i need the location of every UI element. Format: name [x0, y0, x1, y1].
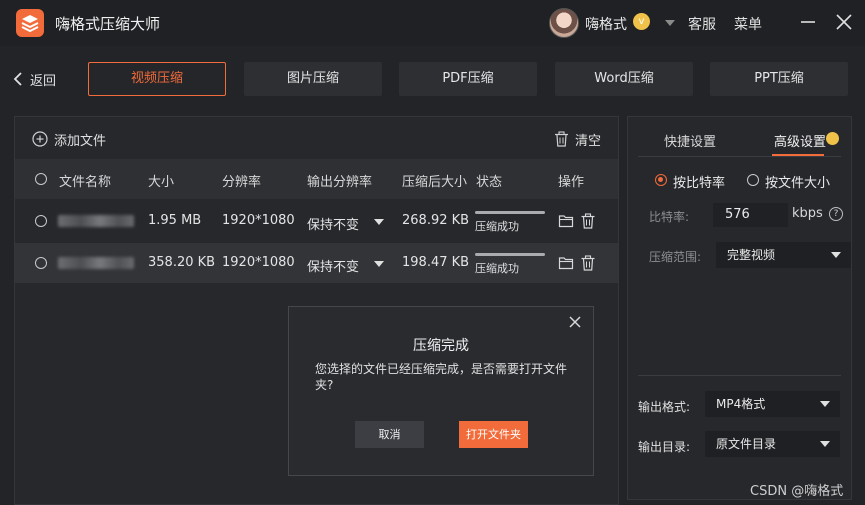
close-icon[interactable] [832, 10, 856, 34]
watermark: CSDN @嗨格式 [750, 484, 844, 499]
file-size: 1.95 MB [148, 213, 202, 228]
chevron-down-icon [831, 252, 841, 258]
range-value: 完整视频 [727, 248, 776, 262]
app-title: 嗨格式压缩大师 [55, 15, 161, 33]
filesize-mode-label[interactable]: 按文件大小 [765, 172, 830, 191]
divider [638, 156, 841, 157]
tab-word-compress[interactable]: Word压缩 [555, 62, 693, 96]
file-name-blurred [58, 257, 134, 269]
status-text: 压缩成功 [475, 262, 519, 275]
table-row[interactable]: 1.95 MB 1920*1080 保持不变 268.92 KB 压缩成功 [15, 201, 618, 241]
status-text: 压缩成功 [475, 220, 519, 233]
add-file-label: 添加文件 [54, 133, 107, 149]
stack-layers-icon [16, 9, 44, 37]
folder-icon[interactable] [558, 213, 574, 229]
customer-service-button[interactable]: 客服 [688, 14, 716, 34]
bitrate-unit: kbps [792, 206, 823, 221]
compressed-size: 268.92 KB [402, 213, 470, 228]
column-header: 输出分辨率 [307, 175, 373, 190]
compress-complete-dialog: 压缩完成 您选择的文件已经压缩完成，是否需要打开文件夹? 取消 打开文件夹 [288, 306, 594, 476]
chevron-down-icon [820, 401, 830, 407]
table-header: 文件名称 大小 分辨率 输出分辨率 压缩后大小 状态 操作 [15, 159, 618, 199]
row-select-radio[interactable] [35, 257, 47, 269]
chevron-down-icon[interactable] [374, 261, 384, 267]
chevron-left-icon [13, 72, 22, 86]
dialog-title: 压缩完成 [413, 338, 469, 354]
cancel-button[interactable]: 取消 [355, 421, 424, 448]
help-icon[interactable]: ? [829, 207, 843, 221]
tab-ppt-compress[interactable]: PPT压缩 [710, 62, 848, 96]
tab-image-compress[interactable]: 图片压缩 [244, 62, 382, 96]
select-all-radio[interactable] [35, 173, 47, 185]
compressed-size: 198.47 KB [402, 255, 470, 270]
add-file-button[interactable]: 添加文件 [32, 129, 106, 149]
row-select-radio[interactable] [35, 215, 47, 227]
output-resolution-select[interactable]: 保持不变 [307, 214, 359, 233]
avatar[interactable] [549, 8, 579, 38]
back-button[interactable]: 返回 [12, 68, 56, 90]
column-header: 操作 [558, 175, 585, 190]
title-bar: 嗨格式压缩大师 嗨格式 v 客服 菜单 [0, 0, 865, 46]
column-header: 分辨率 [222, 175, 262, 190]
bitrate-mode-radio[interactable] [655, 174, 667, 186]
status-progress-bar [475, 211, 545, 214]
column-header: 压缩后大小 [402, 175, 468, 190]
table-row[interactable]: 358.20 KB 1920*1080 保持不变 198.47 KB 压缩成功 [15, 243, 618, 283]
back-label: 返回 [30, 73, 57, 89]
plus-circle-icon [32, 131, 48, 147]
status-progress-bar [475, 253, 545, 256]
format-select[interactable]: MP4格式 [705, 391, 840, 417]
dialog-message: 您选择的文件已经压缩完成，是否需要打开文件夹? [315, 362, 568, 392]
chevron-down-icon[interactable] [374, 219, 384, 225]
bitrate-mode-label[interactable]: 按比特率 [673, 172, 725, 191]
chevron-down-icon[interactable] [665, 20, 675, 26]
bitrate-label: 比特率: [649, 210, 690, 224]
trash-icon[interactable] [580, 213, 596, 229]
file-resolution: 1920*1080 [222, 255, 295, 270]
column-header: 大小 [148, 175, 175, 190]
file-name-blurred [58, 215, 134, 227]
file-resolution: 1920*1080 [222, 213, 295, 228]
folder-icon[interactable] [558, 255, 574, 271]
trash-icon [554, 131, 568, 147]
filesize-mode-radio[interactable] [747, 174, 759, 186]
column-header: 文件名称 [59, 175, 112, 190]
chevron-down-icon [820, 441, 830, 447]
output-dir-label: 输出目录: [638, 440, 691, 454]
open-folder-button[interactable]: 打开文件夹 [459, 421, 528, 448]
clear-button[interactable]: 清空 [554, 129, 601, 149]
divider [638, 375, 841, 376]
minimize-icon[interactable] [796, 10, 820, 34]
range-select[interactable]: 完整视频 [716, 242, 851, 268]
range-label: 压缩范围: [649, 250, 702, 264]
vip-badge-icon: v [633, 13, 650, 30]
output-resolution-select[interactable]: 保持不变 [307, 256, 359, 275]
tab-advanced-settings[interactable]: 高级设置 [774, 131, 826, 150]
format-label: 输出格式: [638, 400, 691, 414]
vip-badge-icon [826, 132, 839, 145]
trash-icon[interactable] [580, 255, 596, 271]
close-icon[interactable] [568, 315, 582, 329]
file-size: 358.20 KB [148, 255, 216, 270]
tab-video-compress[interactable]: 视频压缩 [88, 62, 226, 96]
clear-label: 清空 [574, 133, 601, 149]
tab-quick-settings[interactable]: 快捷设置 [664, 131, 716, 150]
menu-button[interactable]: 菜单 [734, 14, 762, 34]
output-dir-select[interactable]: 原文件目录 [705, 431, 840, 457]
column-header: 状态 [476, 175, 503, 190]
username[interactable]: 嗨格式 [585, 14, 627, 34]
tab-pdf-compress[interactable]: PDF压缩 [399, 62, 537, 96]
bitrate-input[interactable]: 576 [713, 203, 788, 227]
output-dir-value: 原文件目录 [716, 437, 777, 451]
format-value: MP4格式 [716, 397, 766, 411]
settings-panel: 快捷设置 高级设置 按比特率 按文件大小 比特率: 576 kbps ? 压缩范… [627, 116, 852, 500]
